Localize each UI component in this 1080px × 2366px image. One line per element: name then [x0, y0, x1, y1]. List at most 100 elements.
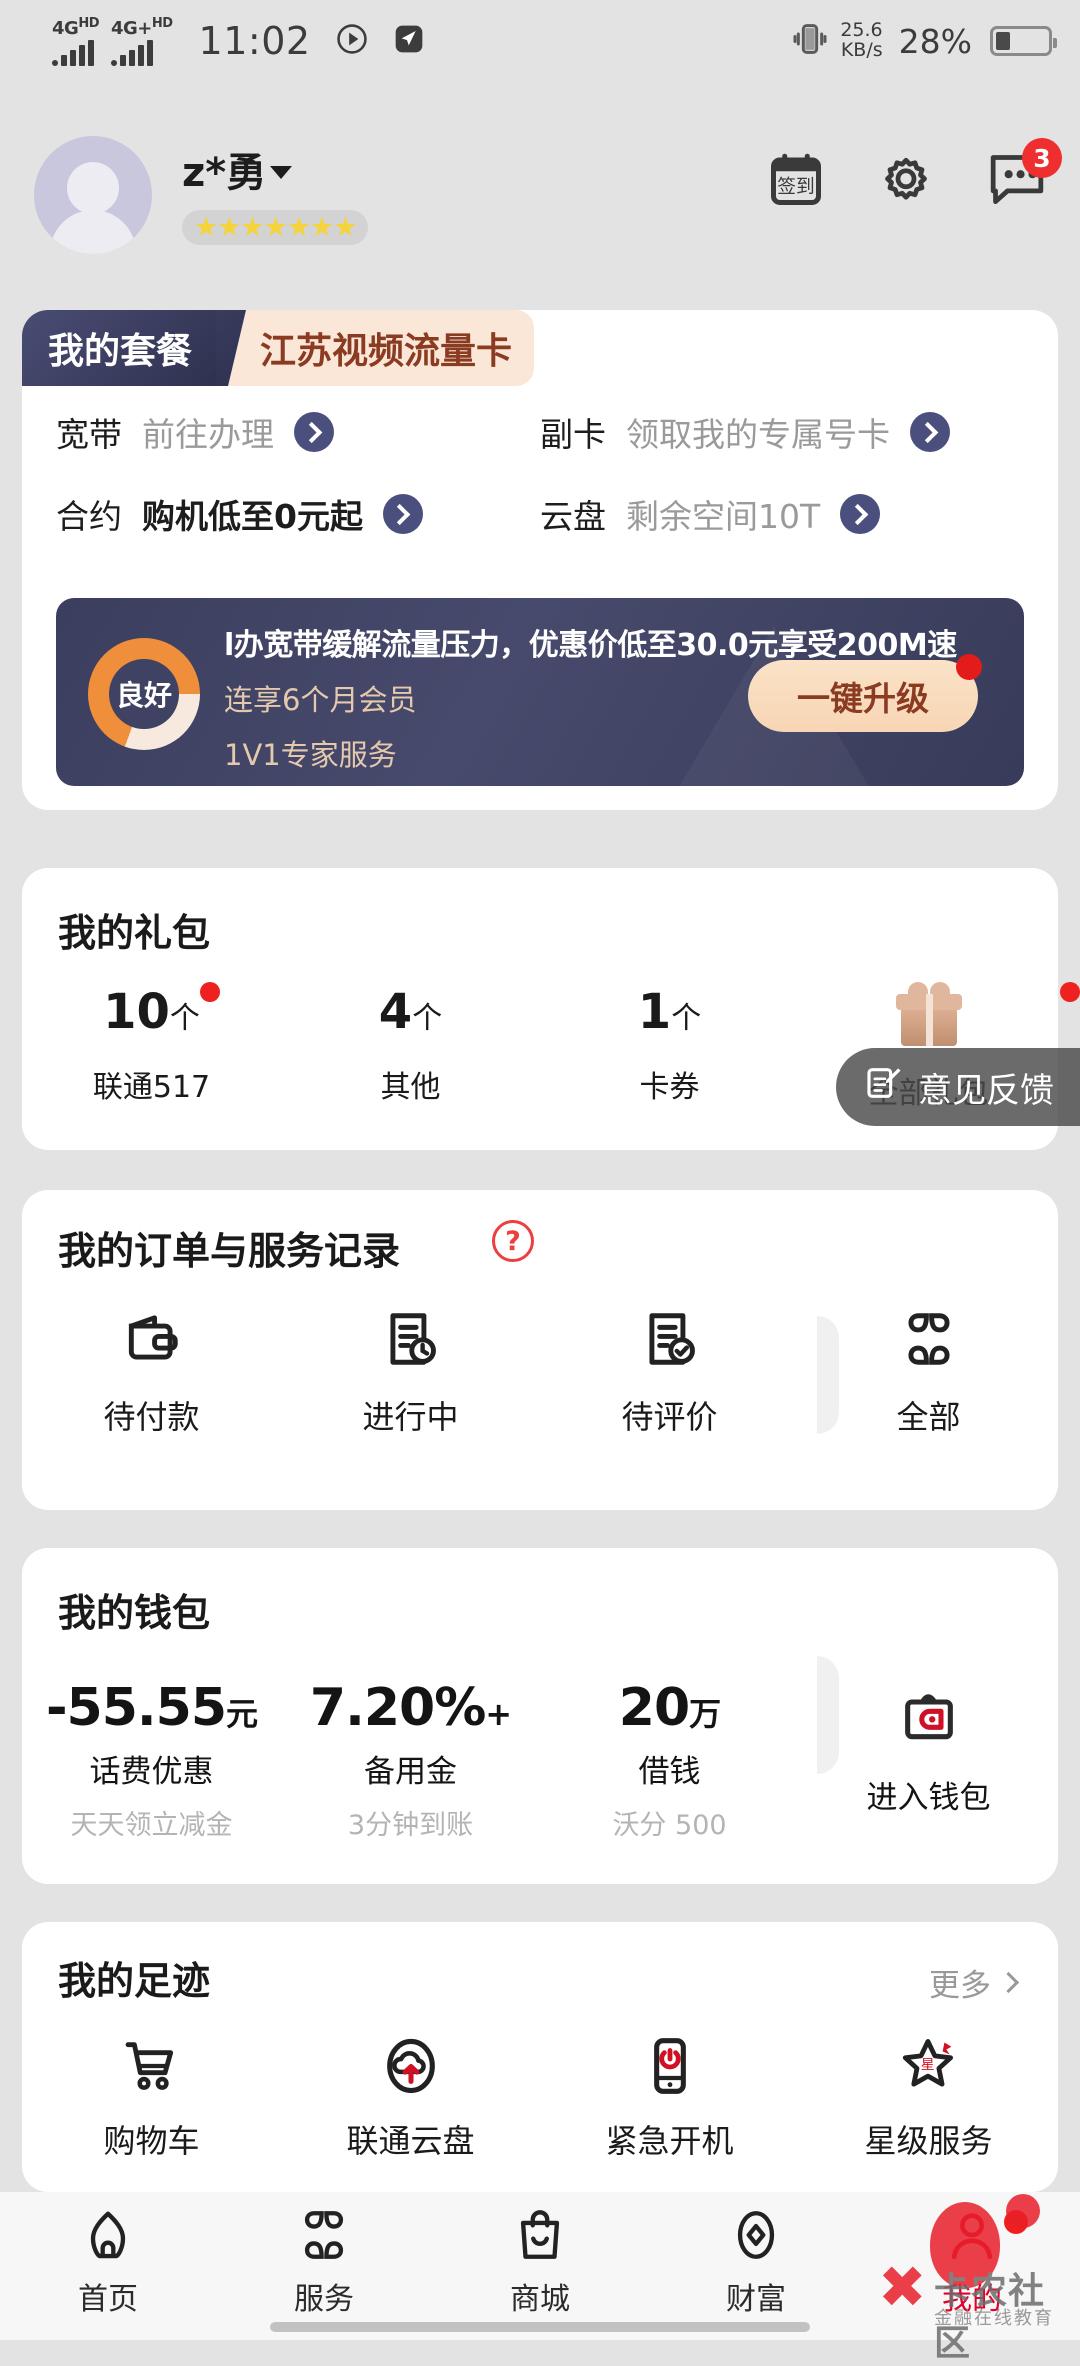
package-link-value: 领取我的专属号卡: [626, 415, 890, 454]
wallet-unit: 万: [689, 1695, 721, 1733]
send-icon: [393, 23, 425, 59]
upgrade-button[interactable]: 一键升级: [748, 654, 982, 732]
settings-button[interactable]: [876, 150, 936, 210]
package-card: 我的套餐 江苏视频流量卡 宽带 前往办理 副卡 领取我的专属号卡 合约 购机低至…: [22, 310, 1058, 810]
feedback-button[interactable]: 意见反馈: [836, 1048, 1080, 1126]
grid-icon: [304, 2211, 344, 2259]
order-item-inprogress[interactable]: 进行中: [281, 1308, 540, 1438]
order-item-all[interactable]: 全部: [799, 1308, 1058, 1438]
package-link-contract[interactable]: 合约 购机低至0元起: [56, 490, 540, 538]
wallet-sublabel: 天天领立减金: [70, 1810, 233, 1841]
order-item-label: 全部: [896, 1398, 961, 1436]
package-link-key: 副卡: [540, 415, 606, 454]
gift-item-unicom517[interactable]: 10个 联通517: [22, 982, 281, 1112]
wallet-unit: 元: [226, 1695, 258, 1733]
gift-count-unit: 个: [169, 1001, 200, 1036]
gift-label: 联通517: [92, 1070, 211, 1105]
avatar[interactable]: [34, 136, 152, 254]
wallet-value: -55.55: [45, 1678, 227, 1738]
tab-mine[interactable]: 我的: [864, 2206, 1080, 2318]
wallet-sublabel: 沃分 500: [612, 1810, 727, 1841]
package-link-key: 云盘: [540, 497, 606, 536]
network-type-2: 4G+: [110, 17, 152, 39]
network-hd-2: HD: [151, 15, 173, 31]
footprint-label: 紧急开机: [605, 2122, 734, 2160]
tab-mall[interactable]: 商城: [432, 2206, 648, 2318]
footprint-item-emergency[interactable]: 紧急开机: [540, 2034, 799, 2162]
package-link-subcard[interactable]: 副卡 领取我的专属号卡: [540, 408, 1024, 456]
chevron-right-icon[interactable]: [294, 412, 334, 452]
gift-item-coupon[interactable]: 1个 卡券: [540, 984, 799, 1112]
home-indicator: [270, 2322, 810, 2332]
header-actions: 签到 3: [766, 132, 1062, 210]
username-row[interactable]: z*勇: [182, 140, 368, 198]
username: z*勇: [182, 150, 267, 196]
order-item-label: 待付款: [103, 1398, 200, 1436]
grid-icon: [907, 1313, 950, 1365]
banner-line-1: l办宽带缓解流量压力，优惠价低至30.0元享受200M速: [224, 628, 957, 663]
wallet-icon: [128, 1315, 178, 1360]
tab-my-package[interactable]: 我的套餐: [22, 310, 219, 386]
notification-dot: [199, 982, 220, 1002]
chevron-down-icon[interactable]: [270, 165, 293, 179]
gift-count-num: 4: [378, 984, 413, 1040]
package-tabs: 我的套餐 江苏视频流量卡: [22, 310, 535, 386]
wallet-item-reserve[interactable]: 7.20%+ 备用金 3分钟到账: [281, 1678, 540, 1842]
orders-title: 我的订单与服务记录: [58, 1229, 401, 1273]
wallet-label: 话费优惠: [89, 1754, 214, 1790]
battery-icon: [990, 26, 1057, 56]
network-hd-1: HD: [78, 15, 99, 31]
signal-bars-2: [110, 39, 153, 66]
gift-title: 我的礼包: [58, 911, 211, 955]
feedback-label: 意见反馈: [918, 1070, 1054, 1111]
wallet-sublabel: 3分钟到账: [347, 1810, 474, 1841]
wallet-unit: +: [485, 1695, 512, 1733]
bottom-tab-bar: 首页 服务 商城 财富 我的: [0, 2192, 1080, 2340]
package-link-broadband[interactable]: 宽带 前往办理: [56, 408, 540, 456]
footprint-more-button[interactable]: 更多: [929, 1960, 1016, 2005]
vibrate-icon: [790, 19, 830, 63]
network-type-1: 4G: [52, 17, 79, 39]
chevron-right-icon[interactable]: [382, 494, 423, 534]
wallet-item-discount[interactable]: -55.55元 话费优惠 天天领立减金: [22, 1678, 281, 1842]
tab-label: 我的: [942, 2282, 1002, 2317]
gift-item-other[interactable]: 4个 其他: [281, 984, 540, 1112]
gift-count: 4个: [379, 984, 442, 1040]
tab-service[interactable]: 服务: [216, 2206, 432, 2318]
tab-label: 商城: [510, 2282, 570, 2317]
star-service-icon: 星: [902, 2039, 953, 2087]
help-icon[interactable]: ?: [492, 1220, 534, 1262]
signal-bars-1: [52, 39, 94, 66]
footprint-item-cart[interactable]: 购物车: [22, 2034, 281, 2162]
notification-dot: [1004, 2210, 1028, 2234]
messages-button[interactable]: 3: [986, 138, 1062, 210]
gift-label: 其他: [380, 1070, 441, 1105]
checkin-button[interactable]: 签到: [766, 150, 826, 210]
footprint-item-starservice[interactable]: 星 星级服务: [799, 2034, 1058, 2162]
wallet-item-loan[interactable]: 20万 借钱 沃分 500: [540, 1678, 799, 1842]
battery-percent: 28%: [898, 21, 972, 61]
tab-home[interactable]: 首页: [0, 2206, 216, 2318]
wallet-item-enter[interactable]: 进入钱包: [799, 1678, 1058, 1842]
status-bar: 4GHD 4G+HD 11:02 25.6 KB/s 28%: [0, 0, 1080, 82]
gift-count: 10个: [103, 982, 220, 1040]
footprint-item-clouddisk[interactable]: 联通云盘: [281, 2034, 540, 2162]
star-rating: ★★★★★★★: [182, 210, 369, 245]
order-item-review[interactable]: 待评价: [540, 1308, 799, 1438]
diamond-icon: [737, 2211, 775, 2259]
order-items: 待付款 进行中 待评价 全部: [22, 1308, 1058, 1438]
tab-wealth[interactable]: 财富: [648, 2206, 864, 2318]
tab-package-name[interactable]: 江苏视频流量卡: [216, 310, 535, 386]
clock: 11:02: [198, 19, 311, 63]
wallet-title: 我的钱包: [58, 1591, 211, 1635]
order-item-unpaid[interactable]: 待付款: [22, 1308, 281, 1438]
footprint-label: 联通云盘: [346, 2122, 475, 2160]
package-link-value: 前往办理: [142, 415, 274, 454]
broadband-promo-banner[interactable]: 良好 l办宽带缓解流量压力，优惠价低至30.0元享受200M速 连享6个月会员 …: [56, 598, 1024, 786]
more-label: 更多: [929, 1968, 991, 2004]
banner-line-3: 1V1专家服务: [224, 738, 397, 772]
bag-icon: [520, 2210, 560, 2259]
package-link-clouddisk[interactable]: 云盘 剩余空间10T: [540, 490, 1024, 538]
chevron-right-icon[interactable]: [840, 494, 881, 534]
chevron-right-icon[interactable]: [910, 412, 950, 452]
